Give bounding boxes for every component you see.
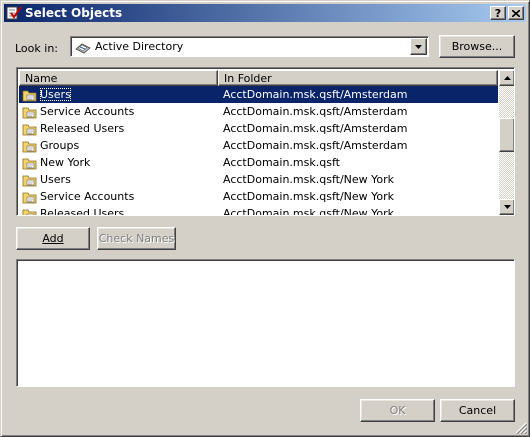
folder-cell: AcctDomain.msk.qsft/New York xyxy=(223,173,395,186)
list-item[interactable]: Released Users AcctDomain.msk.qsft/New Yo… xyxy=(19,205,498,216)
vertical-scrollbar[interactable] xyxy=(499,70,514,215)
list-item[interactable]: Service Accounts AcctDomain.msk.qsft/New … xyxy=(19,188,498,205)
dropdown-arrow-button[interactable] xyxy=(410,38,427,55)
name-cell: Service Accounts xyxy=(19,105,218,119)
arrow-down-icon xyxy=(503,205,511,209)
organizational-unit-icon xyxy=(22,192,37,203)
organizational-unit-icon xyxy=(22,158,37,169)
name-cell: Released Users xyxy=(19,207,218,216)
look-in-value: Active Directory xyxy=(95,40,184,53)
name-cell: Released Users xyxy=(19,122,218,136)
organizational-unit-icon xyxy=(22,175,37,186)
close-icon xyxy=(512,9,520,17)
cancel-button[interactable]: Cancel xyxy=(440,399,515,422)
selected-objects-box[interactable] xyxy=(16,259,515,387)
list-item[interactable]: New York AcctDomain.msk.qsft xyxy=(19,154,498,171)
name-cell: New York xyxy=(19,156,218,170)
check-names-button[interactable]: Check Names xyxy=(97,227,176,250)
select-objects-dialog: Select Objects ? Look in: Active Directo… xyxy=(0,0,530,437)
name-cell: Users xyxy=(19,88,218,102)
organizational-unit-icon xyxy=(22,141,37,152)
name-cell: Users xyxy=(19,173,218,187)
browse-button[interactable]: Browse... xyxy=(439,35,515,58)
add-label: Add xyxy=(42,232,64,245)
object-name: New York xyxy=(40,156,91,169)
organizational-unit-icon xyxy=(22,209,37,215)
look-in-label: Look in: xyxy=(15,42,58,55)
list-item[interactable]: Released Users AcctDomain.msk.qsft/Amster… xyxy=(19,120,498,137)
list-rows: Users AcctDomain.msk.qsft/Amsterdam Servic… xyxy=(19,86,498,216)
list-item[interactable]: Service Accounts AcctDomain.msk.qsft/Amst… xyxy=(19,103,498,120)
folder-cell: AcctDomain.msk.qsft/Amsterdam xyxy=(223,139,408,152)
object-name: Service Accounts xyxy=(40,190,135,203)
object-name: Groups xyxy=(40,139,80,152)
add-button[interactable]: Add xyxy=(16,227,90,250)
directory-icon xyxy=(75,43,91,53)
list-item[interactable]: Users AcctDomain.msk.qsft/New York xyxy=(19,171,498,188)
column-header-name[interactable]: Name xyxy=(19,70,218,86)
ok-button[interactable]: OK xyxy=(360,399,435,422)
help-button[interactable]: ? xyxy=(490,6,506,20)
name-cell: Groups xyxy=(19,139,218,153)
object-name: Users xyxy=(40,88,71,101)
window-title: Select Objects xyxy=(25,6,123,20)
title-bar[interactable]: Select Objects ? xyxy=(4,4,526,22)
scroll-up-button[interactable] xyxy=(499,70,514,86)
organizational-unit-icon xyxy=(22,124,37,135)
chevron-down-icon xyxy=(415,44,422,49)
list-item[interactable]: Groups AcctDomain.msk.qsft/Amsterdam xyxy=(19,137,498,154)
folder-cell: AcctDomain.msk.qsft/Amsterdam xyxy=(223,122,408,135)
objects-list[interactable]: Name In Folder Users AcctDomain.msk.qsft/… xyxy=(16,67,515,216)
folder-cell: AcctDomain.msk.qsft/New York xyxy=(223,207,395,216)
check-names-label: Check Names xyxy=(98,232,175,245)
list-item[interactable]: Users AcctDomain.msk.qsft/Amsterdam xyxy=(19,86,498,103)
object-name: Released Users xyxy=(40,207,125,216)
scroll-thumb[interactable] xyxy=(499,118,514,152)
folder-cell: AcctDomain.msk.qsft/Amsterdam xyxy=(223,88,408,101)
resize-grip-icon[interactable] xyxy=(515,422,527,434)
object-name: Service Accounts xyxy=(40,105,135,118)
column-header-in-folder[interactable]: In Folder xyxy=(218,70,498,86)
object-name: Users xyxy=(40,173,71,186)
look-in-dropdown[interactable]: Active Directory xyxy=(70,36,429,57)
folder-cell: AcctDomain.msk.qsft xyxy=(223,156,340,169)
organizational-unit-icon xyxy=(22,107,37,118)
checkmark-app-icon xyxy=(6,6,22,20)
arrow-up-icon xyxy=(503,76,511,80)
folder-cell: AcctDomain.msk.qsft/New York xyxy=(223,190,395,203)
scroll-down-button[interactable] xyxy=(499,199,514,215)
name-cell: Service Accounts xyxy=(19,190,218,204)
organizational-unit-icon xyxy=(22,90,37,101)
object-name: Released Users xyxy=(40,122,125,135)
list-header: Name In Folder xyxy=(19,70,498,86)
close-button[interactable] xyxy=(508,6,524,20)
folder-cell: AcctDomain.msk.qsft/Amsterdam xyxy=(223,105,408,118)
